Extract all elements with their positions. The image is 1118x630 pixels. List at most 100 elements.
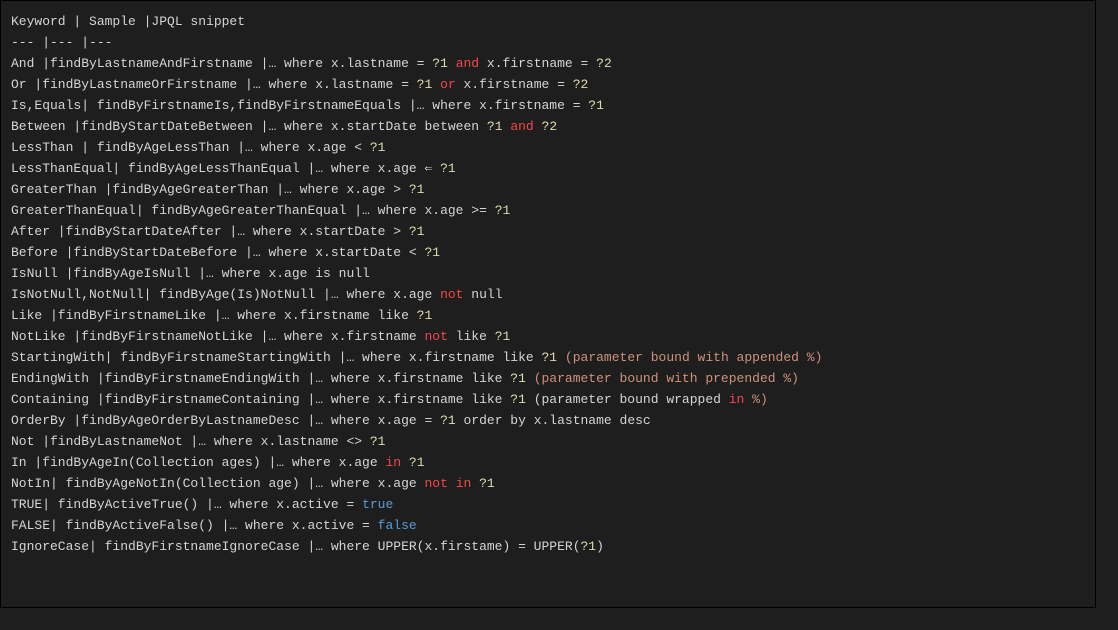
code-token: [401, 455, 409, 470]
code-token: not: [424, 476, 447, 491]
code-token: [432, 77, 440, 92]
code-token: true: [362, 497, 393, 512]
code-token: IsNull |findByAgeIsNull |… where x.age i…: [11, 266, 370, 281]
code-token: ?1: [581, 539, 597, 554]
code-token: [534, 119, 542, 134]
code-token: ?1: [542, 350, 558, 365]
code-token: LessThan | findByAgeLessThan |… where x.…: [11, 140, 370, 155]
code-line: Between |findByStartDateBetween |… where…: [11, 116, 1085, 137]
code-token: ?1: [370, 434, 386, 449]
code-token: ?2: [596, 56, 612, 71]
code-token: [448, 476, 456, 491]
code-token: [744, 392, 752, 407]
code-token: After |findByStartDateAfter |… where x.s…: [11, 224, 409, 239]
code-token: OrderBy |findByAgeOrderByLastnameDesc |……: [11, 413, 440, 428]
code-token: Not |findByLastnameNot |… where x.lastna…: [11, 434, 370, 449]
code-token: LessThanEqual| findByAgeLessThanEqual |……: [11, 161, 440, 176]
code-token: %): [752, 392, 768, 407]
code-token: IgnoreCase| findByFirstnameIgnoreCase |……: [11, 539, 581, 554]
code-token: [557, 350, 565, 365]
code-token: In |findByAgeIn(Collection ages) |… wher…: [11, 455, 385, 470]
code-token: in: [385, 455, 401, 470]
code-token: ?1: [432, 56, 448, 71]
code-line: And |findByLastnameAndFirstname |… where…: [11, 53, 1085, 74]
code-line: Before |findByStartDateBefore |… where x…: [11, 242, 1085, 263]
code-token: EndingWith |findByFirstnameEndingWith |……: [11, 371, 510, 386]
code-token: Containing |findByFirstnameContaining |……: [11, 392, 510, 407]
code-token: FALSE| findByActiveFalse() |… where x.ac…: [11, 518, 378, 533]
code-token: Keyword | Sample |JPQL snippet: [11, 14, 245, 29]
code-token: TRUE| findByActiveTrue() |… where x.acti…: [11, 497, 362, 512]
code-token: ?1: [440, 413, 456, 428]
code-token: And |findByLastnameAndFirstname |… where…: [11, 56, 432, 71]
code-token: GreaterThanEqual| findByAgeGreaterThanEq…: [11, 203, 495, 218]
code-token: ?1: [417, 308, 433, 323]
code-token: like: [448, 329, 495, 344]
code-line: FALSE| findByActiveFalse() |… where x.ac…: [11, 515, 1085, 536]
code-token: ?2: [573, 77, 589, 92]
code-token: [448, 56, 456, 71]
code-token: in: [729, 392, 745, 407]
code-token: NotLike |findByFirstnameNotLike |… where…: [11, 329, 424, 344]
code-line: Containing |findByFirstnameContaining |……: [11, 389, 1085, 410]
code-line: StartingWith| findByFirstnameStartingWit…: [11, 347, 1085, 368]
code-token: ?1: [409, 224, 425, 239]
code-line: LessThan | findByAgeLessThan |… where x.…: [11, 137, 1085, 158]
code-token: ?1: [479, 476, 495, 491]
code-token: [471, 476, 479, 491]
code-token: ?1: [510, 392, 526, 407]
code-token: or: [440, 77, 456, 92]
code-token: null: [463, 287, 502, 302]
code-token: [526, 371, 534, 386]
code-token: ?1: [409, 182, 425, 197]
code-token: not: [424, 329, 447, 344]
code-token: ?1: [424, 245, 440, 260]
code-line: NotIn| findByAgeNotIn(Collection age) |……: [11, 473, 1085, 494]
code-line: Is,Equals| findByFirstnameIs,findByFirst…: [11, 95, 1085, 116]
code-token: ?1: [417, 77, 433, 92]
code-line: In |findByAgeIn(Collection ages) |… wher…: [11, 452, 1085, 473]
code-token: ): [596, 539, 604, 554]
code-line: Or |findByLastnameOrFirstname |… where x…: [11, 74, 1085, 95]
code-token: (parameter bound with appended %): [565, 350, 822, 365]
code-token: IsNotNull,NotNull| findByAge(Is)NotNull …: [11, 287, 440, 302]
code-token: ?1: [409, 455, 425, 470]
code-line: After |findByStartDateAfter |… where x.s…: [11, 221, 1085, 242]
code-token: and: [456, 56, 479, 71]
code-line: EndingWith |findByFirstnameEndingWith |……: [11, 368, 1085, 389]
code-line: Not |findByLastnameNot |… where x.lastna…: [11, 431, 1085, 452]
code-token: ?1: [440, 161, 456, 176]
code-token: x.firstname =: [456, 77, 573, 92]
code-line: IgnoreCase| findByFirstnameIgnoreCase |……: [11, 536, 1085, 557]
code-token: NotIn| findByAgeNotIn(Collection age) |……: [11, 476, 424, 491]
code-token: and: [510, 119, 533, 134]
code-line: LessThanEqual| findByAgeLessThanEqual |……: [11, 158, 1085, 179]
code-line: --- |--- |---: [11, 32, 1085, 53]
code-token: ?1: [588, 98, 604, 113]
code-token: --- |--- |---: [11, 35, 112, 50]
code-token: StartingWith| findByFirstnameStartingWit…: [11, 350, 542, 365]
code-line: GreaterThanEqual| findByAgeGreaterThanEq…: [11, 200, 1085, 221]
code-token: false: [378, 518, 417, 533]
code-token: (parameter bound wrapped: [526, 392, 729, 407]
code-line: Keyword | Sample |JPQL snippet: [11, 11, 1085, 32]
code-block: Keyword | Sample |JPQL snippet --- |--- |…: [0, 0, 1096, 608]
code-token: ?1: [370, 140, 386, 155]
code-token: Before |findByStartDateBefore |… where x…: [11, 245, 424, 260]
code-token: Like |findByFirstnameLike |… where x.fir…: [11, 308, 417, 323]
code-line: IsNull |findByAgeIsNull |… where x.age i…: [11, 263, 1085, 284]
code-line: NotLike |findByFirstnameNotLike |… where…: [11, 326, 1085, 347]
code-line: OrderBy |findByAgeOrderByLastnameDesc |……: [11, 410, 1085, 431]
code-line: IsNotNull,NotNull| findByAge(Is)NotNull …: [11, 284, 1085, 305]
code-token: ?2: [542, 119, 558, 134]
code-token: ?1: [495, 203, 511, 218]
code-line: Like |findByFirstnameLike |… where x.fir…: [11, 305, 1085, 326]
code-token: (parameter bound with prepended %): [534, 371, 799, 386]
code-line: GreaterThan |findByAgeGreaterThan |… whe…: [11, 179, 1085, 200]
code-token: in: [456, 476, 472, 491]
code-token: ?1: [510, 371, 526, 386]
code-token: GreaterThan |findByAgeGreaterThan |… whe…: [11, 182, 409, 197]
code-token: Or |findByLastnameOrFirstname |… where x…: [11, 77, 417, 92]
code-token: Between |findByStartDateBetween |… where…: [11, 119, 487, 134]
code-token: ?1: [495, 329, 511, 344]
